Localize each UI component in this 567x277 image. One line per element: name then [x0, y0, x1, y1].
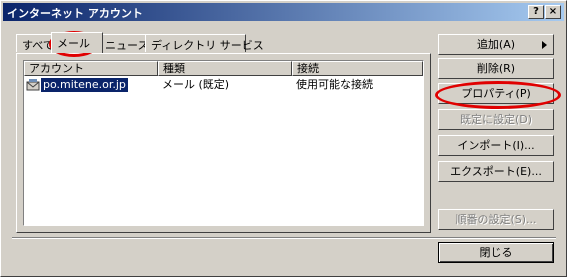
set-default-button[interactable]: 既定に設定(D) — [438, 109, 554, 130]
help-button[interactable]: ? — [528, 5, 544, 19]
import-button[interactable]: インポート(I)... — [438, 135, 554, 156]
divider — [12, 237, 556, 239]
column-header-account[interactable]: アカウント — [24, 61, 158, 76]
submenu-arrow-icon — [542, 41, 547, 49]
title-bar[interactable]: インターネット アカウント ? × — [3, 3, 564, 21]
list-item-account[interactable]: po.mitene.or.jp — [26, 77, 156, 93]
account-name: po.mitene.or.jp — [41, 78, 128, 92]
export-button[interactable]: エクスポート(E)... — [438, 161, 554, 182]
add-button-label: 追加(A) — [476, 38, 516, 51]
set-order-button[interactable]: 順番の設定(S)... — [438, 209, 554, 230]
account-type: メール (既定) — [162, 78, 230, 91]
column-header-type[interactable]: 種類 — [158, 61, 292, 76]
account-connection: 使用可能な接続 — [296, 78, 373, 91]
tab-mail[interactable]: メール — [51, 32, 103, 53]
close-button[interactable]: 閉じる — [438, 242, 554, 263]
accounts-list[interactable]: アカウント 種類 接続 po.mitene.or.jp メール (既定) 使用可… — [23, 60, 424, 226]
internet-accounts-dialog: インターネット アカウント ? × すべて メール ニュース ディレクトリ サー… — [0, 0, 567, 277]
tab-directory-service[interactable]: ディレクトリ サービス — [145, 34, 264, 52]
tab-news[interactable]: ニュース — [102, 34, 148, 52]
remove-button[interactable]: 削除(R) — [438, 58, 554, 79]
properties-button[interactable]: プロパティ(P) — [438, 83, 554, 104]
column-header-connection[interactable]: 接続 — [292, 61, 423, 76]
window-title: インターネット アカウント — [7, 7, 143, 20]
mail-account-icon — [26, 79, 40, 91]
tab-all[interactable]: すべて — [16, 34, 54, 52]
tab-panel: アカウント 種類 接続 po.mitene.or.jp メール (既定) 使用可… — [16, 53, 431, 233]
close-window-button[interactable]: × — [545, 5, 561, 19]
add-button[interactable]: 追加(A) — [438, 34, 554, 55]
